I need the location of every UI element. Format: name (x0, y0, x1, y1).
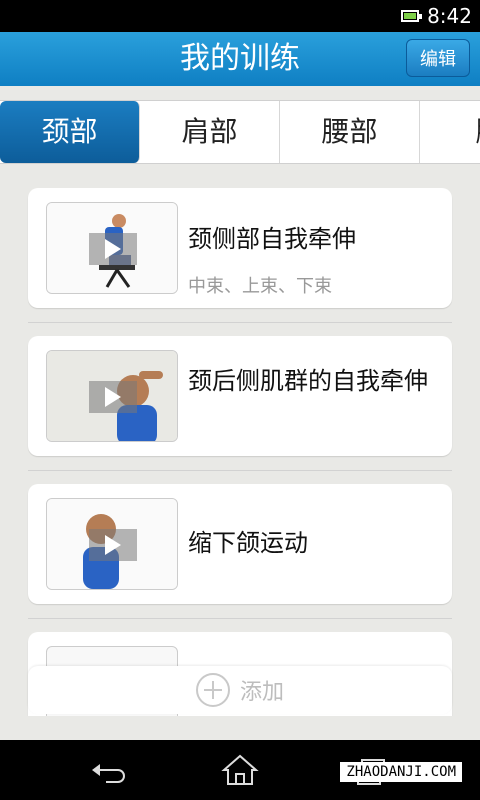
divider (28, 618, 452, 619)
category-tabs: 颈部 肩部 腰部 腕 (0, 100, 480, 164)
navigation-bar: ZHAODANJI.COM (0, 740, 480, 800)
exercise-card[interactable]: 颈侧部自我牵伸 中束、上束、下束 (28, 188, 452, 308)
status-time: 8:42 (427, 4, 472, 28)
exercise-subtitle: 中束、上束、下束 (188, 276, 332, 297)
edit-button[interactable]: 编辑 (406, 39, 470, 77)
tab-wrist[interactable]: 腕 (420, 101, 480, 163)
back-icon[interactable] (88, 752, 128, 788)
exercise-list: 颈侧部自我牵伸 中束、上束、下束 颈后侧肌群的自我牵伸 缩下颌运动 (0, 176, 480, 716)
tab-neck[interactable]: 颈部 (0, 101, 140, 163)
play-icon[interactable] (89, 233, 137, 265)
watermark: ZHAODANJI.COM (340, 762, 462, 782)
title-bar: 我的训练 编辑 (0, 32, 480, 86)
exercise-title: 颈后侧肌群的自我牵伸 (188, 367, 428, 395)
divider (28, 470, 452, 471)
exercise-title: 颈侧部自我牵伸 (188, 225, 356, 253)
exercise-card[interactable]: 颈后侧肌群的自我牵伸 (28, 336, 452, 456)
tab-waist[interactable]: 腰部 (280, 101, 420, 163)
status-bar: 8:42 (0, 0, 480, 32)
add-icon (195, 673, 230, 707)
exercise-card[interactable]: 缩下颌运动 (28, 484, 452, 604)
tab-shoulder[interactable]: 肩部 (140, 101, 280, 163)
exercise-thumbnail (46, 350, 178, 442)
play-icon[interactable] (89, 381, 137, 413)
add-label: 添加 (239, 680, 284, 705)
home-icon[interactable] (220, 752, 260, 788)
play-icon[interactable] (89, 529, 137, 561)
exercise-thumbnail (46, 202, 178, 294)
add-button[interactable]: 添加 (28, 666, 452, 714)
battery-icon (401, 10, 423, 22)
divider (28, 322, 452, 323)
exercise-title: 缩下颌运动 (188, 529, 308, 557)
exercise-thumbnail (46, 498, 178, 590)
